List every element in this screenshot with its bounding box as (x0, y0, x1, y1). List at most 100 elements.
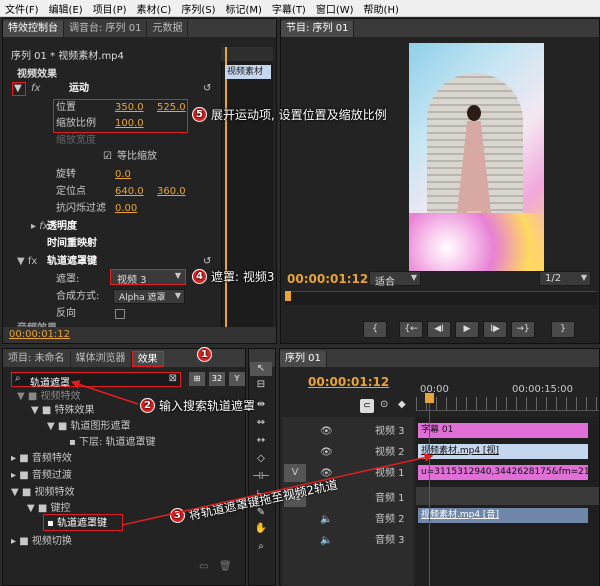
timeline-tabbar: 序列 01 (280, 349, 599, 367)
uniform-scale-checkbox[interactable]: ☑ (103, 149, 112, 165)
mark-out-button[interactable]: } (551, 321, 575, 338)
step-back-button[interactable]: ◀I (427, 321, 451, 338)
tab-program[interactable]: 节目: 序列 01 (281, 21, 355, 37)
time-ruler[interactable] (416, 397, 599, 411)
step-forward-button[interactable]: I▶ (483, 321, 507, 338)
go-to-out-button[interactable]: →} (511, 321, 535, 338)
razor-icon[interactable]: ◇ (250, 452, 272, 466)
track-v1[interactable]: 视频 1 (375, 466, 405, 482)
tree-video-effects[interactable]: ▼ ■ 视频特效 (11, 485, 75, 500)
track-v3[interactable]: 视频 3 (375, 424, 405, 440)
matte-dropdown[interactable]: 视频 3 ▼ (110, 269, 186, 286)
program-video-frame (409, 43, 544, 271)
v-target-label: V (291, 467, 299, 478)
tree-track-matte-lower[interactable]: ▪ 下层: 轨道遮罩键 (69, 435, 156, 450)
menu-item[interactable]: 标记(M) (220, 1, 266, 16)
scale-value[interactable]: 100.0 (115, 116, 144, 132)
menu-item[interactable]: 项目(P) (88, 1, 132, 16)
hand-icon[interactable]: ✋ (250, 522, 272, 536)
eye-icon[interactable]: 👁 (320, 445, 333, 461)
eye-icon[interactable]: 👁 (320, 424, 333, 440)
composite-dropdown[interactable]: Alpha 遮罩 ▼ (113, 289, 185, 304)
rolling-edit-icon[interactable]: ⇔ (250, 416, 272, 430)
composite-dropdown-value: Alpha 遮罩 (119, 293, 166, 303)
new-bin-icon[interactable]: ⊞ (189, 372, 205, 386)
search-box[interactable]: ⌕ 轨道遮罩 ⊠ (11, 372, 181, 389)
track-a1[interactable]: 音频 1 (375, 491, 405, 507)
track-select-icon[interactable]: ⊟ (250, 378, 272, 392)
callout-number: 5 (192, 107, 207, 122)
marker-icon[interactable]: ⊙ (380, 399, 388, 410)
tree-track-matte-key[interactable]: ▪ 轨道遮罩键 (47, 516, 107, 531)
tree-video-transitions[interactable]: ▸ ■ 视频切换 (11, 534, 72, 549)
rotation-value[interactable]: 0.0 (115, 167, 131, 183)
mini-clip[interactable]: 视频素材 (225, 65, 271, 79)
tree-audio-transitions[interactable]: ▸ ■ 音频过渡 (11, 468, 72, 483)
clip-title-v3[interactable]: 字幕 01 (418, 423, 588, 438)
rate-stretch-icon[interactable]: ↔ (250, 434, 272, 448)
tree-video-effects-top[interactable]: ▼ ■ 视频特效 (17, 389, 81, 404)
tab-media-browser[interactable]: 媒体浏览器 (71, 351, 132, 367)
callout-number: 4 (192, 269, 207, 284)
menu-item[interactable]: 窗口(W) (311, 1, 359, 16)
selection-tool-icon[interactable]: ↖ (250, 362, 272, 376)
menu-item[interactable]: 素材(C) (132, 1, 177, 16)
clear-search-icon[interactable]: ⊠ (169, 373, 177, 384)
program-playhead[interactable] (285, 291, 291, 301)
menu-item[interactable]: 文件(F) (0, 1, 44, 16)
menu-item[interactable]: 字幕(T) (267, 1, 311, 16)
tree-label: 音频特效 (31, 453, 72, 464)
zoom-icon[interactable]: ⌕ (250, 540, 272, 554)
timeline-timecode[interactable]: 00:00:01:12 (308, 374, 389, 390)
tab-sequence[interactable]: 序列 01 (280, 351, 327, 367)
snap-icon[interactable]: ⊂ (360, 399, 374, 413)
playhead-handle[interactable] (425, 393, 434, 403)
callout-number: 3 (170, 508, 185, 523)
track-v2[interactable]: 视频 2 (375, 445, 405, 461)
timeline-playhead[interactable] (429, 393, 430, 586)
add-marker-icon[interactable]: ◆ (398, 399, 406, 410)
anchor-y-value[interactable]: 360.0 (157, 184, 186, 200)
tab-audio-mixer[interactable]: 调音台: 序列 01 (64, 21, 148, 37)
antiflicker-value[interactable]: 0.00 (115, 201, 137, 217)
reverse-checkbox[interactable] (115, 309, 125, 319)
mark-in-button[interactable]: { (363, 321, 387, 338)
tab-project[interactable]: 项目: 未命名 (3, 351, 71, 367)
motion-expand-toggle[interactable]: ▼ (14, 81, 22, 97)
tab-effect-controls[interactable]: 特效控制台 (3, 21, 64, 37)
position-x-value[interactable]: 350.0 (115, 100, 144, 116)
figure-head (467, 105, 481, 121)
32-bit-icon[interactable]: 32 (209, 372, 225, 386)
effect-timecode[interactable]: 00:00:01:12 (9, 327, 70, 343)
clip-video-v2[interactable]: 视频素材.mp4 [视] (418, 444, 588, 459)
search-input[interactable]: 轨道遮罩 (30, 374, 70, 389)
go-to-in-button[interactable]: {← (399, 321, 423, 338)
reset-icon[interactable]: ↺ (203, 81, 211, 97)
new-folder-icon[interactable]: ▭ (199, 561, 208, 572)
play-button[interactable]: ▶ (455, 321, 479, 338)
anchor-x-value[interactable]: 640.0 (115, 184, 144, 200)
delete-icon[interactable]: 🗑 (219, 561, 232, 572)
track-a3[interactable]: 音频 3 (375, 533, 405, 549)
chevron-down-icon: ▼ (580, 273, 587, 282)
tree-audio-effects[interactable]: ▸ ■ 音频特效 (11, 451, 72, 466)
menu-item[interactable]: 序列(S) (176, 1, 220, 16)
v-target[interactable]: V (284, 464, 306, 482)
clip-audio-a2[interactable]: 视频素材.mp4 [音] (418, 508, 588, 523)
program-timecode[interactable]: 00:00:01:12 (287, 271, 368, 287)
fit-dropdown[interactable]: 适合 ▼ (369, 271, 421, 288)
slip-icon[interactable]: ⊣⊢ (250, 470, 272, 484)
menu-item[interactable]: 编辑(E) (44, 1, 88, 16)
tree-special-effects[interactable]: ▼ ■ 特殊效果 (31, 403, 95, 418)
menu-item[interactable]: 帮助(H) (359, 1, 404, 16)
clip-image-v1[interactable]: u=3115312940,3442628175&fm=214&gp= (418, 465, 588, 480)
tab-effects[interactable]: 效果 (131, 351, 164, 367)
position-y-value[interactable]: 525.0 (157, 100, 186, 116)
yuv-icon[interactable]: Y (229, 372, 245, 386)
speaker-icon[interactable]: 🔈 (320, 533, 332, 549)
tree-track-matte-image[interactable]: ▼ ■ 轨道图形遮罩 (47, 419, 131, 434)
tab-metadata[interactable]: 元数据 (147, 21, 189, 37)
track-a2[interactable]: 音频 2 (375, 512, 405, 528)
program-scrubber[interactable] (285, 291, 597, 305)
ratio-dropdown[interactable]: 1/2 ▼ (539, 271, 591, 286)
